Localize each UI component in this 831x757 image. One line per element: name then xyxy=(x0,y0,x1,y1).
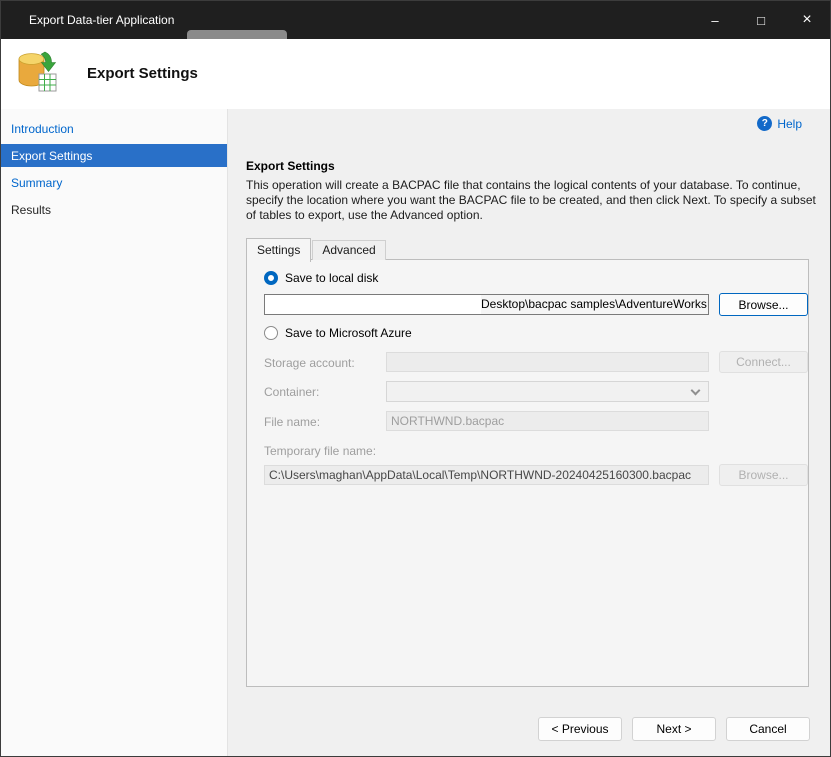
export-data-tier-window: Export Data-tier Application – □ × Expor… xyxy=(0,0,831,757)
help-label: Help xyxy=(777,117,802,131)
nav-item-introduction[interactable]: Introduction xyxy=(1,115,227,142)
close-icon: × xyxy=(802,12,811,28)
settings-tab-panel: Save to local disk Desktop\bacpac sample… xyxy=(246,259,809,687)
maximize-button[interactable]: □ xyxy=(738,1,784,39)
help-link[interactable]: ? Help xyxy=(757,116,802,131)
nav-item-results: Results xyxy=(1,196,227,223)
connect-button: Connect... xyxy=(719,351,808,373)
radio-selected-icon xyxy=(264,271,278,285)
temp-file-name-label: Temporary file name: xyxy=(264,444,376,458)
titlebar-artifact xyxy=(187,30,287,39)
temp-file-name-input: C:\Users\maghan\AppData\Local\Temp\NORTH… xyxy=(264,465,709,485)
export-database-icon xyxy=(14,49,60,100)
tab-advanced[interactable]: Advanced xyxy=(312,240,385,260)
close-button[interactable]: × xyxy=(784,1,830,39)
help-icon: ? xyxy=(757,116,772,131)
path-input-blank xyxy=(265,295,481,314)
titlebar: Export Data-tier Application – □ × xyxy=(1,1,830,39)
file-name-label: File name: xyxy=(264,415,320,429)
cancel-button[interactable]: Cancel xyxy=(726,717,810,741)
save-azure-label: Save to Microsoft Azure xyxy=(285,326,412,340)
maximize-icon: □ xyxy=(757,14,765,27)
save-local-disk-label: Save to local disk xyxy=(285,271,378,285)
minimize-button[interactable]: – xyxy=(692,1,738,39)
radio-unselected-icon xyxy=(264,326,278,340)
tab-settings[interactable]: Settings xyxy=(246,238,311,262)
save-azure-radio[interactable]: Save to Microsoft Azure xyxy=(264,326,412,340)
page-section-title: Export Settings xyxy=(246,159,335,173)
tab-strip: Settings Advanced xyxy=(246,238,386,262)
path-input-value: Desktop\bacpac samples\AdventureWorks xyxy=(481,295,708,314)
browse-temp-button: Browse... xyxy=(719,464,808,486)
storage-account-label: Storage account: xyxy=(264,356,355,370)
container-dropdown xyxy=(386,381,709,402)
page-description: This operation will create a BACPAC file… xyxy=(246,178,826,223)
next-button[interactable]: Next > xyxy=(632,717,716,741)
wizard-header: Export Settings xyxy=(1,39,830,109)
wizard-footer: < Previous Next > Cancel xyxy=(538,717,810,741)
browse-local-button[interactable]: Browse... xyxy=(719,293,808,316)
nav-item-summary[interactable]: Summary xyxy=(1,169,227,196)
wizard-step-title: Export Settings xyxy=(87,65,198,82)
window-title: Export Data-tier Application xyxy=(1,13,692,27)
main-content: ? Help Export Settings This operation wi… xyxy=(228,109,830,756)
storage-account-input xyxy=(386,352,709,372)
previous-button[interactable]: < Previous xyxy=(538,717,622,741)
container-label: Container: xyxy=(264,385,319,399)
window-controls: – □ × xyxy=(692,1,830,39)
wizard-nav-sidebar: Introduction Export Settings Summary Res… xyxy=(1,109,228,756)
chevron-down-icon xyxy=(691,385,701,395)
minimize-icon: – xyxy=(711,14,718,27)
save-local-disk-radio[interactable]: Save to local disk xyxy=(264,271,378,285)
file-name-input: NORTHWND.bacpac xyxy=(386,411,709,431)
local-disk-path-input[interactable]: Desktop\bacpac samples\AdventureWorks xyxy=(264,294,709,315)
nav-item-export-settings[interactable]: Export Settings xyxy=(1,144,227,167)
